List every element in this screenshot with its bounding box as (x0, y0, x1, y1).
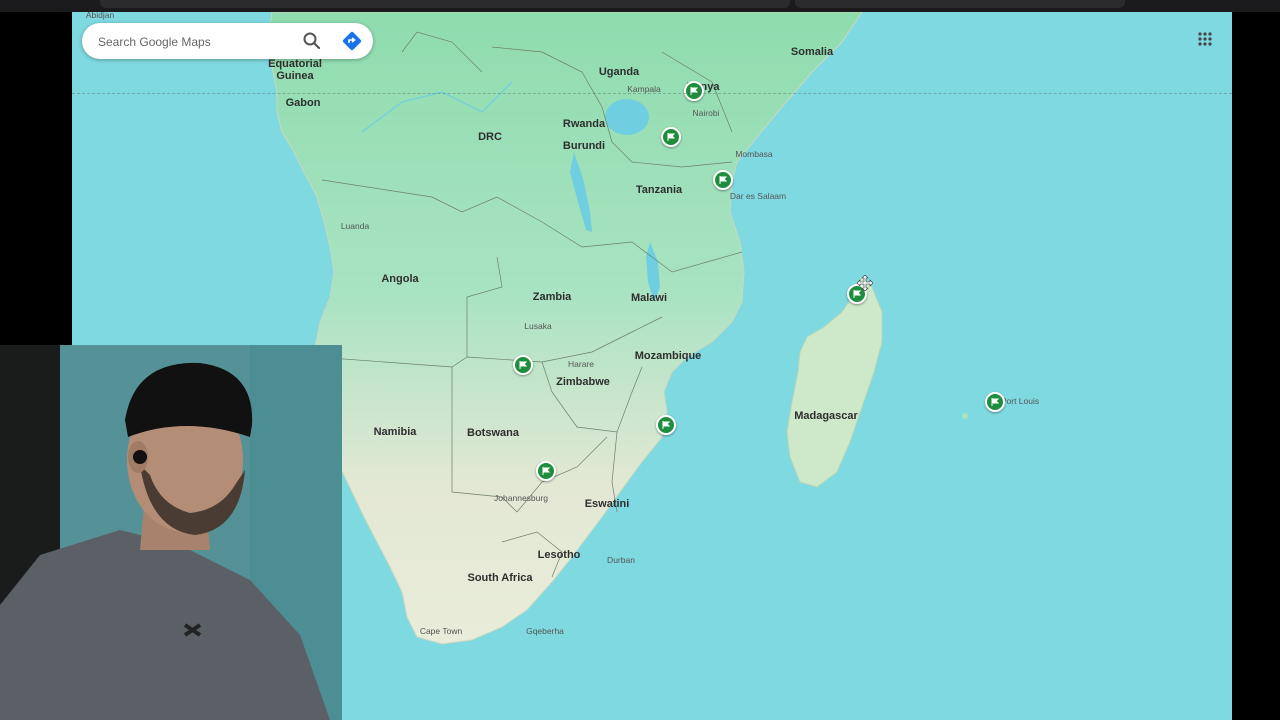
label-zambia: Zambia (532, 291, 572, 303)
label-malawi: Malawi (630, 292, 668, 304)
label-johannesburg: Johannesburg (494, 493, 548, 503)
label-gqeberha: Gqeberha (526, 626, 564, 636)
browser-tab-strip[interactable] (100, 0, 790, 8)
flag-pin-icon[interactable] (536, 461, 556, 481)
webcam-overlay (0, 345, 342, 720)
flag-pin-icon[interactable] (661, 127, 681, 147)
label-gabon: Gabon (285, 97, 321, 109)
search-box (82, 23, 373, 59)
label-lesotho: Lesotho (537, 549, 581, 561)
mauritius-island (962, 413, 968, 419)
search-input[interactable] (96, 31, 290, 53)
flag-pin-icon[interactable] (713, 170, 733, 190)
label-luanda: Luanda (340, 221, 370, 231)
label-tanzania: Tanzania (635, 184, 683, 196)
label-uganda: Uganda (598, 66, 640, 78)
label-somalia: Somalia (790, 46, 834, 58)
right-edge-bar (1232, 12, 1280, 720)
flag-pin-icon[interactable] (684, 81, 704, 101)
madagascar-landmass (786, 276, 883, 488)
label-angola: Angola (381, 273, 419, 285)
lake-victoria (605, 99, 649, 135)
label-namibia: Namibia (373, 426, 417, 438)
label-equatorial-guinea: Equatorial Guinea (268, 58, 322, 82)
label-south-africa: South Africa (467, 572, 533, 584)
label-mombasa: Mombasa (735, 149, 773, 159)
label-madagascar: Madagascar (794, 410, 858, 422)
flag-pin-icon[interactable] (656, 415, 676, 435)
search-icon[interactable] (300, 29, 324, 53)
label-dar-es-salaam: Dar es Salaam (729, 191, 787, 201)
label-eswatini: Eswatini (584, 498, 630, 510)
apps-grid-icon[interactable] (1196, 30, 1214, 48)
move-cursor-icon (856, 274, 874, 296)
label-zimbabwe: Zimbabwe (556, 376, 610, 388)
label-abidjan: Abidjan (85, 12, 115, 20)
label-cape-town: Cape Town (419, 626, 463, 636)
label-botswana: Botswana (467, 427, 519, 439)
label-rwanda: Rwanda (562, 118, 606, 130)
label-drc: DRC (478, 131, 502, 143)
browser-toolbar-strip[interactable] (795, 0, 1125, 8)
label-port-louis: Port Louis (1000, 396, 1040, 406)
browser-top-bar (0, 0, 1280, 12)
label-burundi: Burundi (562, 140, 606, 152)
flag-pin-icon[interactable] (513, 355, 533, 375)
flag-pin-icon[interactable] (985, 392, 1005, 412)
map-dashed-line (72, 93, 1232, 94)
label-nairobi: Nairobi (692, 108, 720, 118)
label-lusaka: Lusaka (524, 321, 552, 331)
label-mozambique: Mozambique (634, 350, 702, 362)
directions-icon[interactable] (340, 29, 364, 53)
label-harare: Harare (568, 359, 594, 369)
label-durban: Durban (607, 555, 635, 565)
